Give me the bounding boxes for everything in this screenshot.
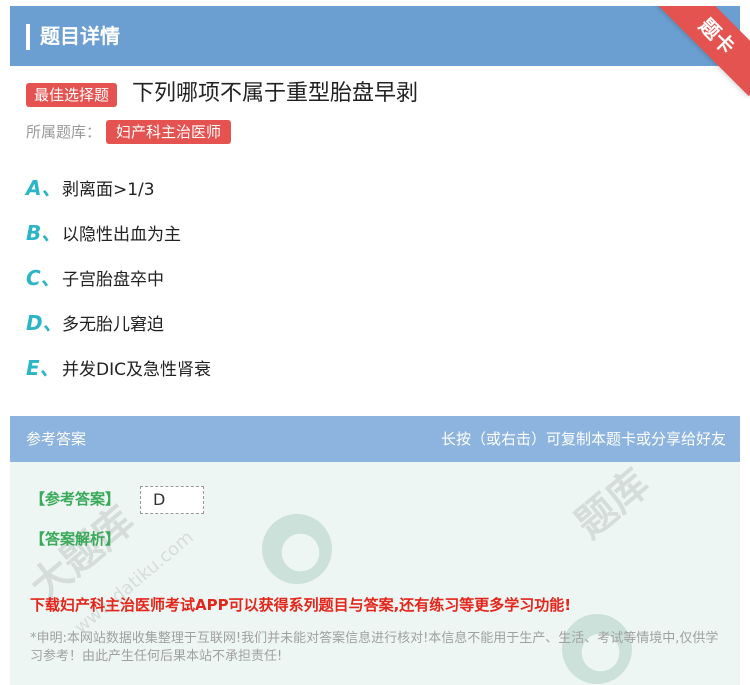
app-download-promo[interactable]: 下载妇产科主治医师考试APP可以获得系列题目与答案,还有练习等更多学习功能! [30,594,571,616]
option-text: 以隐性出血为主 [62,225,181,245]
option-d[interactable]: D、多无胎儿窘迫 [26,309,164,337]
bank-tag[interactable]: 妇产科主治医师 [106,120,232,144]
option-letter: D、 [26,311,63,335]
option-text: 并发DIC及急性肾衰 [62,360,211,380]
option-c[interactable]: C、子宫胎盘卒中 [26,264,164,292]
option-text: 剥离面>1/3 [62,180,155,200]
bank-label: 所属题库： [26,123,102,141]
option-text: 多无胎儿窘迫 [62,315,164,335]
option-letter: B、 [26,221,62,245]
question-type-badge: 最佳选择题 [26,83,118,107]
watermark: 题库 [567,462,658,548]
header-bar-decoration [26,24,30,50]
page-title: 题目详情 [40,24,120,48]
option-letter: E、 [26,356,60,380]
answer-label: 【参考答案】 [30,490,121,508]
card-header: 题目详情 [10,6,740,66]
answer-section-title: 参考答案 [26,430,87,448]
option-text: 子宫胎盘卒中 [62,270,164,290]
option-e[interactable]: E、 并发DIC及急性肾衰 [26,354,211,382]
question-text: 下列哪项不属于重型胎盘早剥 [132,81,419,106]
option-letter: C、 [26,266,61,290]
answer-section-header: 参考答案 长按（或右击）可复制本题卡或分享给好友 [10,416,740,462]
option-letter: A、 [26,176,62,200]
answer-value: D [140,486,204,514]
answer-section-body: 大题库 题库 www.datiku.com 【参考答案】 D 【答案解析】 下载… [10,462,740,685]
share-hint: 长按（或右击）可复制本题卡或分享给好友 [440,430,726,448]
watermark-logo-icon [262,514,332,584]
disclaimer-text: *申明:本网站数据收集整理于互联网!我们并未能对答案信息进行核对!本信息不能用于… [30,631,719,664]
analysis-label: 【答案解析】 [30,530,121,548]
option-a[interactable]: A、剥离面>1/3 [26,174,155,202]
option-b[interactable]: B、以隐性出血为主 [26,219,181,247]
